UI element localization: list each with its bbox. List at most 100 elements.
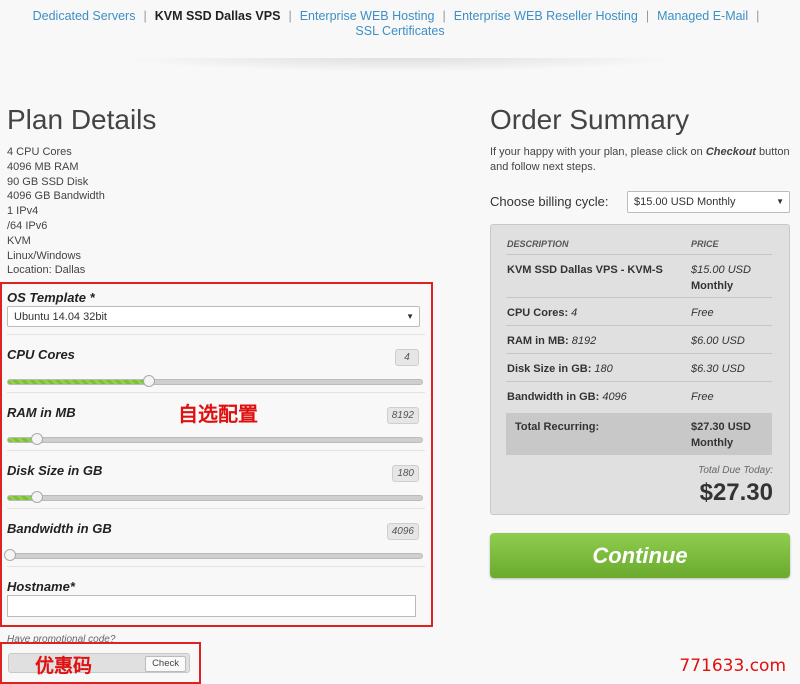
spec-item: 4096 MB RAM <box>7 160 79 173</box>
divider <box>7 508 425 509</box>
nav-separator: | <box>143 9 147 23</box>
summary-row-desc: RAM in MB: 8192 <box>507 333 682 349</box>
ram-label: RAM in MB <box>7 405 76 420</box>
summary-row-price: $15.00 USD Monthly <box>691 262 776 294</box>
disk-size-value: 180 <box>392 465 419 482</box>
nav-row: Dedicated Servers | KVM SSD Dallas VPS | Ent… <box>0 9 800 24</box>
row-period: Monthly <box>691 280 734 292</box>
spec-item: /64 IPv6 <box>7 219 48 232</box>
order-instructions: If your happy with your plan, please cli… <box>490 145 795 175</box>
divider <box>506 353 772 354</box>
spec-item: 4096 GB Bandwidth <box>7 190 105 203</box>
order-summary-table: DESCRIPTION PRICE KVM SSD Dallas VPS - K… <box>490 224 790 515</box>
price-header: PRICE <box>691 239 719 249</box>
slider-handle[interactable] <box>4 549 17 561</box>
cpu-cores-label: CPU Cores <box>7 347 75 362</box>
slider-handle[interactable] <box>30 491 43 503</box>
check-promo-button[interactable]: Check <box>145 656 186 672</box>
slider-handle[interactable] <box>142 375 155 387</box>
recurring-price-text: $27.30 USD <box>691 421 751 433</box>
total-recurring-price: $27.30 USD Monthly <box>691 419 776 451</box>
total-due-amount: $27.30 <box>699 479 773 506</box>
recurring-period-text: Monthly <box>691 437 734 449</box>
summary-row-desc: CPU Cores: 4 <box>507 305 682 321</box>
nav-separator: | <box>442 9 446 23</box>
bandwidth-label: Bandwidth in GB <box>7 521 112 536</box>
divider <box>506 325 772 326</box>
nav-enterprise-web-hosting[interactable]: Enterprise WEB Hosting <box>300 9 435 23</box>
custom-config-annotation: 自选配置 <box>178 402 258 426</box>
bandwidth-value: 4096 <box>386 523 419 540</box>
summary-row-price: $6.30 USD <box>691 363 745 375</box>
note-text: If your happy with your plan, please cli… <box>490 146 706 158</box>
divider <box>7 450 425 451</box>
ram-value: 8192 <box>386 407 419 424</box>
spec-item: 1 IPv4 <box>7 205 39 218</box>
summary-row-desc: KVM SSD Dallas VPS - KVM-S <box>507 262 682 278</box>
spec-item: 90 GB SSD Disk <box>7 175 89 188</box>
recurring-label-text: Total Recurring: <box>515 421 600 433</box>
row-value: 180 <box>591 363 613 375</box>
slider-handle[interactable] <box>30 433 43 445</box>
spec-item: KVM <box>7 234 31 247</box>
continue-button[interactable]: Continue <box>490 533 790 578</box>
hostname-input[interactable] <box>7 595 416 617</box>
divider <box>7 334 425 335</box>
top-navigation: Dedicated Servers | KVM SSD Dallas VPS | Ent… <box>0 0 800 53</box>
hostname-label: Hostname* <box>7 579 75 594</box>
dropdown-arrow-icon: ▼ <box>406 312 414 321</box>
slider-fill <box>8 380 149 384</box>
nav-kvm-ssd-dallas-vps[interactable]: KVM SSD Dallas VPS <box>155 9 281 23</box>
disk-size-slider[interactable] <box>7 491 423 503</box>
row-value: 8192 <box>568 335 597 347</box>
coupon-annotation: 优惠码 <box>35 655 93 677</box>
summary-row-price: Free <box>691 391 714 403</box>
description-header: DESCRIPTION <box>507 239 569 249</box>
total-recurring-label: Total Recurring: <box>515 419 690 435</box>
row-value: 4096 <box>599 391 627 403</box>
spec-item: 4 CPU Cores <box>7 146 72 158</box>
summary-row-price: Free <box>691 307 714 319</box>
ram-slider[interactable] <box>7 433 423 445</box>
billing-cycle-select[interactable]: $15.00 USD Monthly ▼ <box>627 191 790 213</box>
promo-code-box: Check 优惠码 <box>0 642 201 684</box>
divider <box>7 566 425 567</box>
row-label: CPU Cores: <box>507 307 569 319</box>
summary-row-price: $6.00 USD <box>691 335 745 347</box>
row-label: KVM SSD Dallas VPS - KVM-S <box>507 264 663 276</box>
configuration-panel: OS Template * Ubuntu 14.04 32bit ▼ CPU C… <box>0 282 433 627</box>
divider <box>506 254 772 255</box>
cpu-cores-slider[interactable] <box>7 375 423 387</box>
spec-item: Linux/Windows <box>7 249 81 262</box>
billing-cycle-value: $15.00 USD Monthly <box>634 196 736 208</box>
nav-dedicated-servers[interactable]: Dedicated Servers <box>33 9 136 23</box>
spec-item: Location: Dallas <box>7 264 86 277</box>
os-template-value: Ubuntu 14.04 32bit <box>14 311 107 323</box>
billing-cycle-label: Choose billing cycle: <box>490 194 609 209</box>
nav-separator: | <box>645 9 650 23</box>
total-due-label: Total Due Today: <box>698 465 773 476</box>
summary-row-desc: Disk Size in GB: 180 <box>507 361 682 377</box>
watermark-text: 771633.com <box>679 656 786 676</box>
header-shadow <box>120 58 680 72</box>
plan-specs-list: 4 CPU Cores 4096 MB RAM 90 GB SSD Disk 4… <box>7 145 105 278</box>
cpu-cores-value: 4 <box>395 349 419 366</box>
dropdown-arrow-icon: ▼ <box>776 197 784 206</box>
disk-size-label: Disk Size in GB <box>7 463 103 478</box>
divider <box>506 297 772 298</box>
nav-ssl-certificates[interactable]: SSL Certificates <box>355 24 444 38</box>
bandwidth-slider[interactable] <box>4 549 423 561</box>
plan-details-title: Plan Details <box>7 104 157 135</box>
divider <box>7 392 425 393</box>
nav-separator: | <box>288 9 292 23</box>
row-label: RAM in MB: <box>507 335 569 347</box>
os-template-label: OS Template * <box>7 290 95 305</box>
nav-managed-email[interactable]: Managed E-Mail <box>657 9 748 23</box>
os-template-select[interactable]: Ubuntu 14.04 32bit ▼ <box>7 306 420 327</box>
checkout-emphasis: Checkout <box>705 146 756 158</box>
divider <box>506 381 772 382</box>
row-price: $15.00 USD <box>691 264 751 276</box>
summary-row-desc: Bandwidth in GB: 4096 <box>507 389 682 405</box>
nav-enterprise-web-reseller-hosting[interactable]: Enterprise WEB Reseller Hosting <box>454 9 638 23</box>
row-label: Disk Size in GB: <box>507 363 592 375</box>
